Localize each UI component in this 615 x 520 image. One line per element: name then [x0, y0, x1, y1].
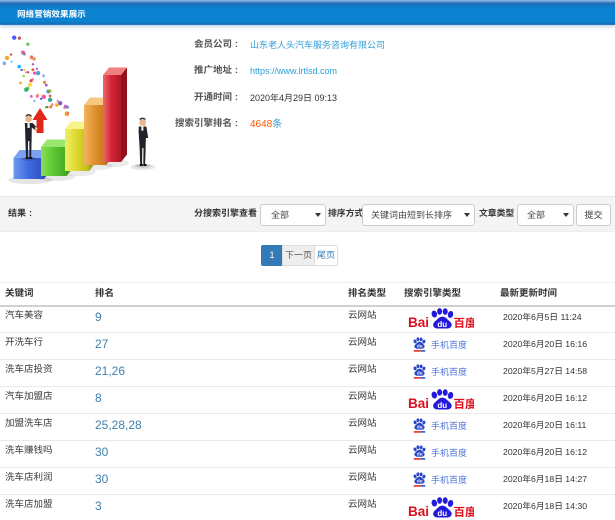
svg-text:百度: 百度: [454, 504, 475, 519]
svg-text:du: du: [437, 509, 447, 518]
svg-text:百度: 百度: [454, 396, 475, 411]
svg-text:du: du: [417, 451, 423, 456]
svg-text:du: du: [417, 343, 423, 348]
svg-text:du: du: [417, 478, 423, 483]
svg-text:du: du: [417, 370, 423, 375]
svg-text:du: du: [437, 320, 447, 329]
svg-text:Bai: Bai: [408, 315, 429, 330]
svg-text:du: du: [417, 424, 423, 429]
svg-text:百度: 百度: [454, 315, 475, 330]
svg-text:Bai: Bai: [408, 396, 429, 411]
svg-text:du: du: [437, 401, 447, 410]
svg-text:Bai: Bai: [408, 504, 429, 519]
